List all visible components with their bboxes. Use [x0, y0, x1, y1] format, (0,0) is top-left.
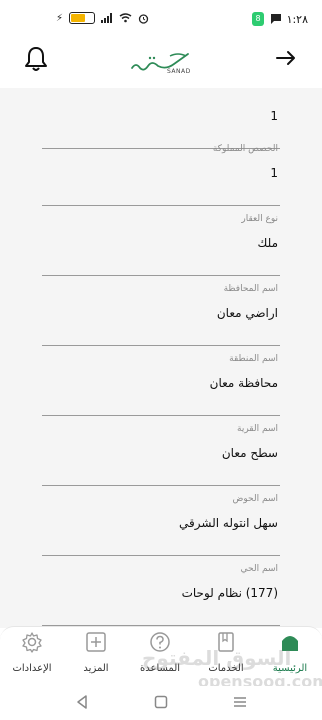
- home-icon: [282, 636, 298, 651]
- field-region: اسم المنطقة محافظة معان: [42, 354, 280, 424]
- field-label: اسم الحي: [240, 564, 278, 574]
- status-time: ١:٢٨: [286, 13, 308, 26]
- nav-home[interactable]: الرئيسية: [260, 631, 320, 674]
- field-label: نوع العقار: [241, 214, 278, 224]
- wifi-icon: [119, 13, 132, 23]
- nav-label: الخدمات: [208, 663, 244, 674]
- brand-text: SANAD: [167, 68, 191, 75]
- nav-more[interactable]: المزيد: [66, 631, 126, 674]
- status-bar: ⚡ 8 ١:٢٨: [0, 0, 322, 40]
- nav-label: المساعدة: [139, 663, 181, 674]
- field-value: ملك: [257, 236, 278, 250]
- bell-icon[interactable]: [24, 46, 48, 72]
- gear-icon: [22, 632, 42, 653]
- home-square-icon[interactable]: [153, 694, 169, 710]
- document-icon: [218, 632, 234, 652]
- field-label: اسم الحوض: [232, 494, 278, 504]
- app-header: SANAD: [0, 40, 322, 90]
- field-label: اسم المحافظة: [223, 284, 278, 294]
- field-basin: اسم الحوض سهل انتوله الشرقي: [42, 494, 280, 564]
- field-owned-shares: الحصص المملوكة 1: [42, 144, 280, 214]
- field-governorate: اسم المحافظة اراضي معان: [42, 284, 280, 354]
- notification-badge: 8: [252, 12, 264, 26]
- recents-menu-icon[interactable]: [232, 694, 248, 710]
- bottom-nav: الإعدادات المزيد المساعدة الخدمات الرئيس…: [0, 626, 322, 686]
- field-label: الحصص المملوكة: [212, 144, 278, 154]
- field-value: محافظة معان: [209, 376, 278, 390]
- field-value: سطح معان: [221, 446, 278, 460]
- field-village: اسم القرية سطح معان: [42, 424, 280, 494]
- status-right-icons: 8: [252, 12, 282, 26]
- field-value: 1: [270, 166, 278, 180]
- field-divider: [42, 275, 280, 276]
- field-label: اسم المنطقة: [229, 354, 278, 364]
- arrow-right-icon[interactable]: [276, 50, 296, 66]
- field-neighborhood: اسم الحي (177) نظام لوحات: [42, 564, 280, 628]
- question-icon: [150, 632, 170, 652]
- alarm-icon: [138, 13, 149, 24]
- status-left-icons: ⚡: [56, 12, 149, 24]
- field-divider: [42, 345, 280, 346]
- details-list[interactable]: 1 الحصص المملوكة 1 نوع العقار ملك اسم ال…: [0, 88, 322, 628]
- charging-icon: ⚡: [56, 12, 64, 24]
- battery-fill: [71, 14, 86, 22]
- field-value: (177) نظام لوحات: [181, 586, 278, 600]
- field-label: اسم القرية: [237, 424, 278, 434]
- field-property-type: نوع العقار ملك: [42, 214, 280, 284]
- nav-services[interactable]: الخدمات: [196, 631, 256, 674]
- plus-square-icon: [86, 632, 106, 652]
- back-triangle-icon[interactable]: [74, 694, 90, 710]
- field-divider: [42, 485, 280, 486]
- nav-label: الإعدادات: [12, 663, 52, 674]
- nav-help[interactable]: المساعدة: [130, 631, 190, 674]
- system-nav-bar: [0, 686, 322, 720]
- nav-settings[interactable]: الإعدادات: [2, 631, 62, 674]
- nav-label: المزيد: [83, 663, 109, 674]
- field-divider: [42, 555, 280, 556]
- field-divider: [42, 415, 280, 416]
- field-value: 1: [270, 109, 278, 123]
- field-value: سهل انتوله الشرقي: [179, 516, 278, 530]
- field-divider: [42, 205, 280, 206]
- nav-label: الرئيسية: [272, 663, 308, 674]
- message-icon: [271, 14, 281, 24]
- field-value: اراضي معان: [216, 306, 278, 320]
- signal-icon: [101, 13, 113, 23]
- battery-icon: [69, 12, 96, 24]
